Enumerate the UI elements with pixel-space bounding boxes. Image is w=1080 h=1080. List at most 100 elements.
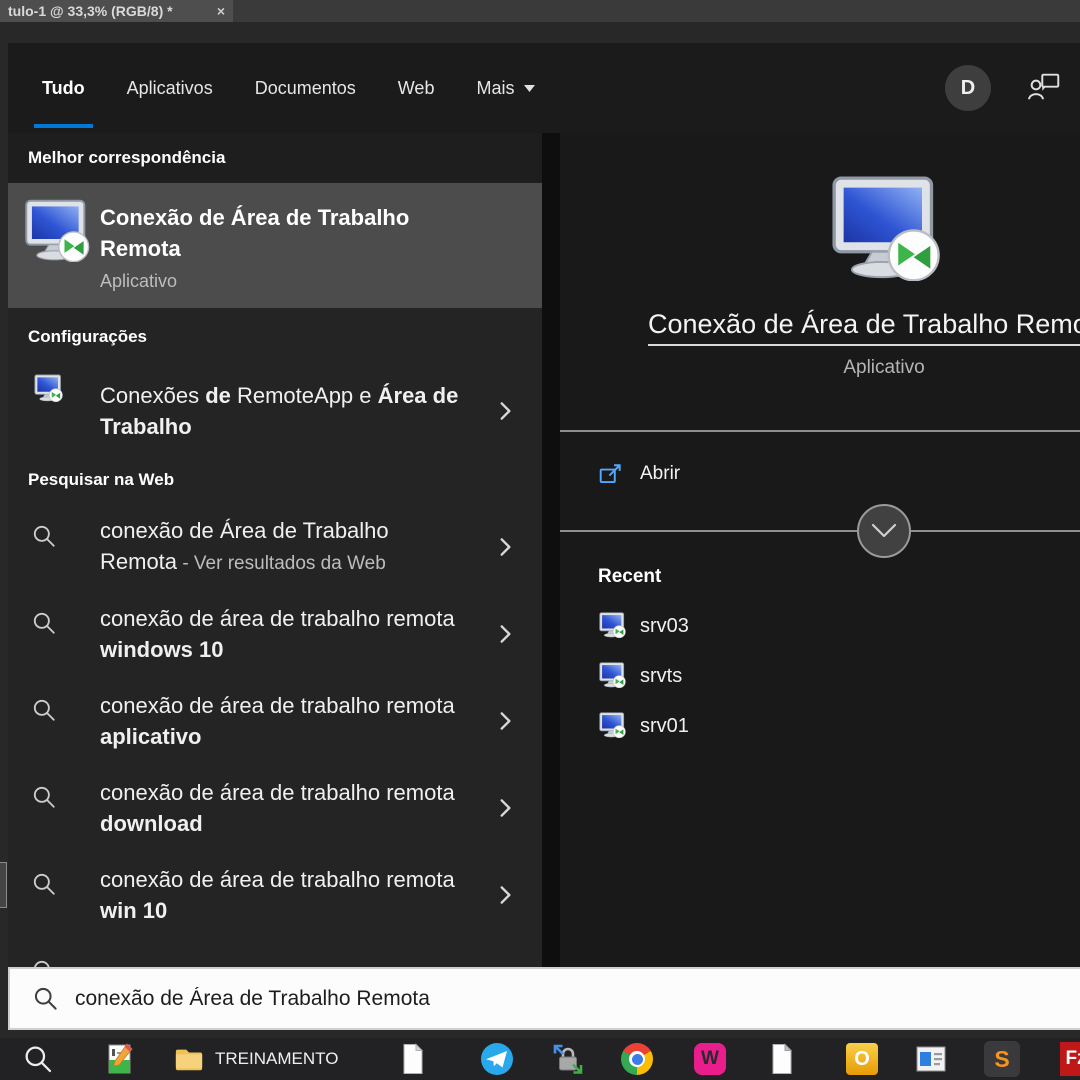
web-suggestion-item[interactable]: conexão de Área de Trabalho Remota - Ver… xyxy=(8,503,542,590)
section-label: Melhor correspondência xyxy=(28,148,225,168)
chevron-right-icon xyxy=(492,534,518,560)
divider xyxy=(560,530,1080,532)
open-action[interactable]: Abrir xyxy=(560,455,1080,497)
recent-item[interactable]: srv01 xyxy=(560,701,1080,751)
recent-header: Recent xyxy=(598,566,661,588)
libreoffice-document-icon[interactable] xyxy=(766,1043,798,1075)
settings-item-text: Conexões de RemoteApp e Área de Trabalho xyxy=(100,380,472,442)
tab-label: Aplicativos xyxy=(127,78,213,99)
taskbar: TREINAMENTO W O S Fz xyxy=(0,1038,1080,1080)
web-suggestion-text: conexão de área de trabalho remota win 1… xyxy=(100,864,465,926)
settings-item-remoteapp[interactable]: Conexões de RemoteApp e Área de Trabalho xyxy=(8,365,542,457)
search-icon xyxy=(31,871,57,897)
best-match-title: Conexão de Área de Trabalho Remota xyxy=(100,202,445,264)
dropdown-arrow-icon xyxy=(523,84,536,93)
search-icon xyxy=(32,985,59,1012)
taskbar-search-box[interactable] xyxy=(8,967,1080,1030)
divider xyxy=(560,430,1080,432)
tab-tudo[interactable]: Tudo xyxy=(42,43,85,133)
preview-panel: Conexão de Área de Trabalho Remota Aplic… xyxy=(560,133,1080,1030)
recent-item-label: srv01 xyxy=(640,715,689,738)
expand-preview-button[interactable] xyxy=(857,504,911,558)
search-header: Tudo Aplicativos Documentos Web Mais D xyxy=(8,43,1080,133)
chrome-center xyxy=(629,1051,645,1067)
folder-icon[interactable] xyxy=(174,1045,204,1073)
tab-label: Documentos xyxy=(255,78,356,99)
section-best-match: Melhor correspondência xyxy=(8,133,542,183)
tab-label: Tudo xyxy=(42,78,85,99)
document-icon[interactable] xyxy=(397,1043,429,1075)
web-suggestion-text: conexão de área de trabalho remota downl… xyxy=(100,777,465,839)
recent-item-label: srvts xyxy=(640,665,682,688)
preview-subtitle: Aplicativo xyxy=(560,357,1080,379)
open-label: Abrir xyxy=(640,463,680,485)
best-match-text: Conexão de Área de Trabalho Remota Aplic… xyxy=(100,202,445,292)
rdp-icon xyxy=(22,199,90,262)
section-label: Pesquisar na Web xyxy=(28,470,174,490)
tab-aplicativos[interactable]: Aplicativos xyxy=(127,43,213,133)
recent-item[interactable]: srv03 xyxy=(560,601,1080,651)
chevron-right-icon xyxy=(492,795,518,821)
web-suggestion-item[interactable]: conexão de área de trabalho remota windo… xyxy=(8,590,542,677)
taskbar-folder-label[interactable]: TREINAMENTO xyxy=(215,1038,338,1080)
user-avatar[interactable]: D xyxy=(945,65,991,111)
photoshop-tab-bar: tulo-1 @ 33,3% (RGB/8) * × xyxy=(0,0,1080,22)
web-suggestion-item[interactable]: conexão de área de trabalho remota win 1… xyxy=(8,851,542,938)
chevron-right-icon xyxy=(492,398,518,424)
search-tabs: Tudo Aplicativos Documentos Web Mais xyxy=(42,43,536,133)
web-suggestion-text: conexão de Área de Trabalho Remota - Ver… xyxy=(100,515,465,579)
wampserver-icon[interactable]: W xyxy=(694,1043,726,1075)
open-external-icon xyxy=(598,462,624,488)
photoshop-toolbar-fragment xyxy=(0,862,7,908)
avatar-letter: D xyxy=(961,77,975,100)
chrome-icon[interactable] xyxy=(621,1043,653,1075)
rdp-icon xyxy=(598,712,626,738)
search-icon xyxy=(31,610,57,636)
outlook-icon[interactable]: O xyxy=(846,1043,878,1075)
filezilla-icon[interactable]: Fz xyxy=(1060,1042,1080,1076)
recent-item-label: srv03 xyxy=(640,615,689,638)
web-suggestion-text: conexão de área de trabalho remota windo… xyxy=(100,603,465,665)
rdp-icon xyxy=(598,662,626,688)
greenshot-icon[interactable] xyxy=(104,1043,136,1075)
section-web-search: Pesquisar na Web xyxy=(8,457,542,503)
sublime-text-icon[interactable]: S xyxy=(984,1041,1020,1077)
recent-list: srv03 srvts srv01 xyxy=(560,601,1080,751)
tab-web[interactable]: Web xyxy=(398,43,435,133)
tab-mais[interactable]: Mais xyxy=(476,43,536,133)
telegram-icon[interactable] xyxy=(481,1043,513,1075)
chevron-right-icon xyxy=(492,708,518,734)
search-icon[interactable] xyxy=(22,1043,54,1075)
rdp-icon-large xyxy=(827,175,941,281)
web-suggestion-item[interactable]: conexão de área de trabalho remota downl… xyxy=(8,764,542,851)
chevron-down-icon xyxy=(871,523,897,539)
search-input[interactable] xyxy=(75,987,1080,1011)
windows-search-flyout: Tudo Aplicativos Documentos Web Mais D Melho… xyxy=(8,43,1080,1030)
remoteapp-icon xyxy=(33,374,63,402)
best-match-subtitle: Aplicativo xyxy=(100,271,445,292)
section-settings: Configurações xyxy=(8,308,542,365)
best-match-item[interactable]: Conexão de Área de Trabalho Remota Aplic… xyxy=(8,183,542,308)
rdp-icon xyxy=(598,612,626,638)
photoshop-document-tab[interactable]: tulo-1 @ 33,3% (RGB/8) * × xyxy=(0,0,233,22)
photoshop-document-title: tulo-1 @ 33,3% (RGB/8) * xyxy=(8,3,211,19)
section-label: Configurações xyxy=(28,327,147,347)
tab-documentos[interactable]: Documentos xyxy=(255,43,356,133)
search-icon xyxy=(31,523,57,549)
app-window-icon[interactable] xyxy=(916,1046,946,1072)
tab-label: Mais xyxy=(476,78,514,99)
search-icon xyxy=(31,784,57,810)
search-results-panel: Melhor correspondência Conexão de Área d… xyxy=(8,133,542,1030)
recent-item[interactable]: srvts xyxy=(560,651,1080,701)
preview-title-link[interactable]: Conexão de Área de Trabalho Remota xyxy=(648,309,1080,346)
tab-label: Web xyxy=(398,78,435,99)
chevron-right-icon xyxy=(492,621,518,647)
web-suggestion-text: conexão de área de trabalho remota aplic… xyxy=(100,690,465,752)
web-suggestions-list: conexão de Área de Trabalho Remota - Ver… xyxy=(8,503,542,1025)
chevron-right-icon xyxy=(492,882,518,908)
feedback-icon[interactable] xyxy=(1028,73,1060,103)
close-icon[interactable]: × xyxy=(217,3,225,19)
web-suggestion-item[interactable]: conexão de área de trabalho remota aplic… xyxy=(8,677,542,764)
lock-sync-icon[interactable] xyxy=(552,1043,584,1075)
search-icon xyxy=(31,697,57,723)
